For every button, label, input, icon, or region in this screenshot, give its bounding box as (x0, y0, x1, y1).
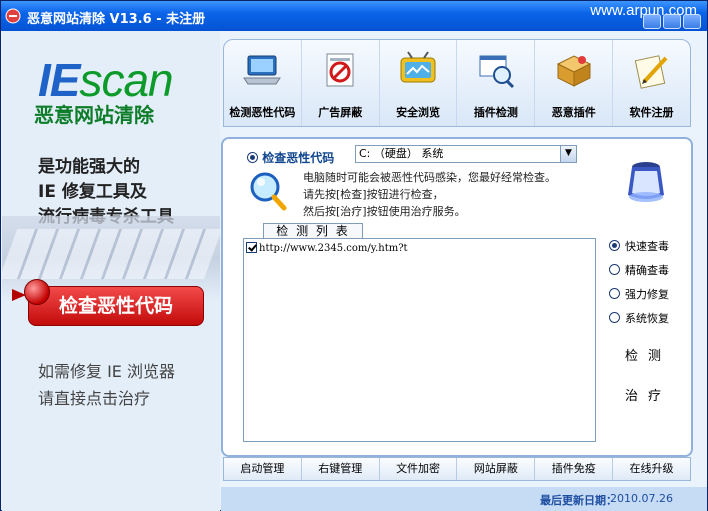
check-code-radio[interactable]: 检查恶性代码 (247, 149, 334, 166)
keyboard-keys (2, 229, 220, 279)
option-system-restore[interactable]: 系统恢复 (609, 307, 669, 331)
context-menu-manager-button[interactable]: 右键管理 (300, 458, 379, 480)
last-update-date: 2010.07.26 (610, 492, 673, 505)
detect-list[interactable]: http://www.2345.com/y.htm?t (243, 238, 596, 442)
detect-button[interactable]: 检测 (603, 344, 683, 372)
scan-options: 快速查毒 精确查毒 强力修复 系统恢复 (609, 235, 669, 331)
scanner-lamp-icon (628, 162, 664, 202)
option-label: 系统恢复 (625, 312, 669, 325)
safe-browse-icon (400, 51, 436, 83)
tool-malicious-plugin[interactable]: 恶意插件 (534, 40, 612, 126)
status-bar: 最后更新日期： 2010.07.26 (221, 487, 707, 511)
info-text: 电脑随时可能会被恶性代码感染，您最好经常检查。 请先按[检查]按钮进行检查， 然… (303, 169, 556, 220)
left-panel: IEscan 恶意网站清除 是功能强大的 IE 修复工具及 流行病毒专杀工具 检… (2, 31, 220, 511)
option-quick-scan[interactable]: 快速查毒 (609, 235, 669, 259)
magnifier-icon (250, 172, 287, 211)
tool-ad-block[interactable]: 广告屏蔽 (300, 40, 379, 126)
treat-button[interactable]: 治疗 (603, 384, 683, 412)
window-title: 恶意网站清除 V13.6 - 未注册 (27, 12, 206, 27)
tool-label: 恶意插件 (551, 106, 596, 119)
main-toolbar: 检测恶性代码 广告屏蔽 安全浏览 插件检测 恶意插件 软件注册 (223, 39, 691, 127)
option-precise-scan[interactable]: 精确查毒 (609, 259, 669, 283)
info-line: 然后按[治疗]按钮使用治疗服务。 (303, 205, 466, 218)
info-line: 请先按[检查]按钮进行检查， (303, 188, 444, 201)
tool-label: 软件注册 (629, 106, 674, 119)
option-label: 强力修复 (625, 288, 669, 301)
tool-label: 检测恶性代码 (229, 106, 296, 119)
ad-block-icon (326, 53, 354, 87)
slogan-line: 是功能强大的 (38, 157, 140, 177)
option-force-repair[interactable]: 强力修复 (609, 283, 669, 307)
close-button[interactable] (683, 14, 701, 29)
drive-select-value: C: （硬盘） 系统 (359, 147, 444, 160)
scan-panel: 检查恶性代码 C: （硬盘） 系统 ▼ 电脑随时可能会被恶性代码感染，您最好经常… (221, 137, 693, 457)
file-encrypt-button[interactable]: 文件加密 (378, 458, 457, 480)
malicious-plugin-icon (556, 55, 591, 87)
app-icon (5, 8, 21, 24)
info-line: 电脑随时可能会被恶性代码感染，您最好经常检查。 (303, 171, 556, 184)
drive-select[interactable]: C: （硬盘） 系统 ▼ (355, 145, 577, 163)
radio-indicator (609, 240, 620, 251)
tool-label: 安全浏览 (396, 106, 441, 119)
check-malicious-code-button[interactable]: 检查恶性代码 (28, 286, 204, 326)
startup-manager-button[interactable]: 启动管理 (224, 458, 301, 480)
radio-indicator (609, 288, 620, 299)
tool-label: 广告屏蔽 (318, 106, 363, 119)
chevron-down-icon[interactable]: ▼ (560, 146, 576, 162)
logo-subtitle: 恶意网站清除 (34, 103, 154, 127)
option-label: 精确查毒 (625, 264, 669, 277)
list-item-checkbox[interactable] (246, 242, 257, 253)
plugin-detect-icon (479, 55, 514, 89)
radio-indicator (609, 312, 620, 323)
repair-hint: 如需修复 IE 浏览器 请直接点击治疗 (38, 358, 175, 412)
title-bar[interactable]: 恶意网站清除 V13.6 - 未注册 www.arpun.com (1, 1, 707, 31)
bottom-toolbar: 启动管理 右键管理 文件加密 网站屏蔽 插件免疫 在线升级 (223, 457, 691, 481)
minimize-button[interactable] (643, 14, 661, 29)
red-ball-icon (24, 279, 50, 305)
window-controls (643, 14, 701, 29)
detect-list-title: 检 测 列 表 (263, 223, 363, 239)
last-update-label: 最后更新日期： (540, 494, 617, 507)
slogan-line: IE 修复工具及 (38, 182, 147, 202)
tool-detect-code[interactable]: 检测恶性代码 (224, 40, 301, 126)
tool-label: 插件检测 (473, 106, 518, 119)
app-window: 恶意网站清除 V13.6 - 未注册 www.arpun.com IEscan … (0, 0, 708, 511)
tool-safe-browse[interactable]: 安全浏览 (378, 40, 457, 126)
tool-register[interactable]: 软件注册 (612, 40, 690, 126)
check-code-radio-label: 检查恶性代码 (262, 151, 335, 165)
hint-line: 如需修复 IE 浏览器 (38, 362, 176, 381)
list-item[interactable]: http://www.2345.com/y.htm?t (246, 242, 408, 254)
radio-indicator (609, 264, 620, 275)
radio-indicator (247, 152, 258, 163)
site-block-button[interactable]: 网站屏蔽 (456, 458, 534, 480)
hint-line: 请直接点击治疗 (38, 389, 151, 408)
list-item-url: http://www.2345.com/y.htm?t (259, 243, 408, 254)
online-update-button[interactable]: 在线升级 (612, 458, 690, 480)
register-icon (634, 55, 668, 89)
tool-plugin-detect[interactable]: 插件检测 (456, 40, 534, 126)
plugin-immunity-button[interactable]: 插件免疫 (534, 458, 612, 480)
option-label: 快速查毒 (625, 240, 669, 253)
maximize-button[interactable] (663, 14, 681, 29)
laptop-scan-icon (243, 55, 282, 85)
